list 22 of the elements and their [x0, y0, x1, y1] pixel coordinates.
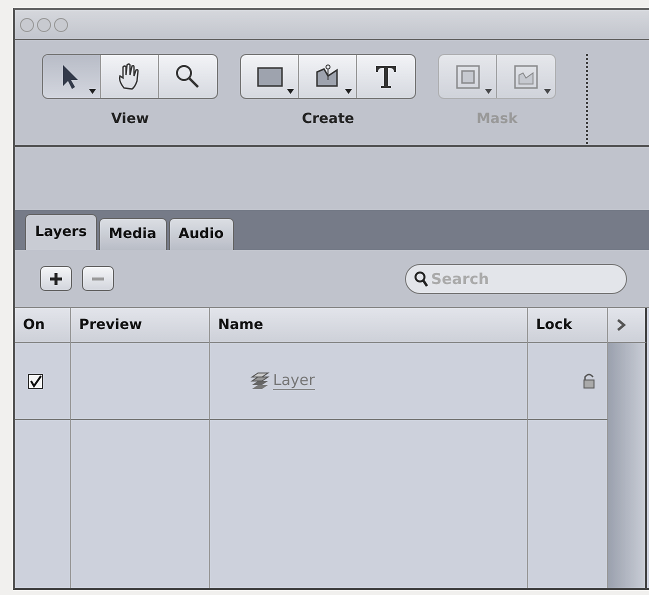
plus-icon	[49, 272, 63, 286]
tab[interactable]: Media	[98, 218, 166, 250]
tab[interactable]: Audio	[168, 218, 234, 250]
dropdown-arrow-icon	[345, 89, 352, 94]
search-field[interactable]: Search	[405, 264, 627, 294]
group-label: View	[111, 110, 149, 129]
chevron-right-icon	[616, 319, 626, 331]
dropdown-arrow-icon	[544, 89, 551, 94]
column-header[interactable]: Name	[210, 308, 528, 343]
plus-button[interactable]	[40, 266, 72, 291]
checkbox[interactable]	[28, 374, 43, 388]
column-header[interactable]: Preview	[71, 308, 210, 343]
checkmark-icon	[29, 374, 42, 388]
tool-button[interactable]	[43, 55, 101, 98]
group-label: Create	[302, 110, 354, 129]
tab[interactable]: Layers	[25, 214, 97, 250]
dropdown-arrow-icon	[485, 89, 492, 94]
layers-icon	[248, 371, 270, 391]
column-header[interactable]: Lock	[528, 308, 608, 343]
dropdown-arrow-icon	[287, 89, 294, 94]
column-header[interactable]: On	[15, 308, 71, 343]
dropdown-arrow-icon	[89, 89, 96, 94]
